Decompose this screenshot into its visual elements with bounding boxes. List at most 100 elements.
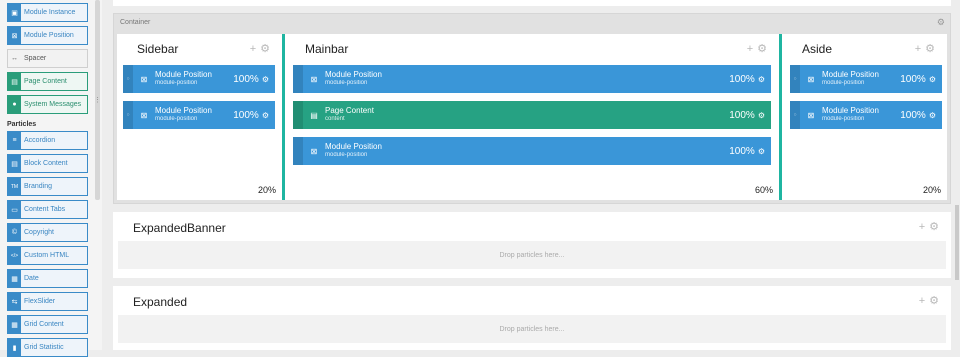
module-subtitle: module-position: [325, 80, 368, 86]
block-width-percent: 60%: [754, 185, 773, 195]
particle-copyright[interactable]: © Copyright: [7, 223, 88, 242]
sidebar-item-label: Module Position: [24, 32, 74, 39]
module-subtitle: module-position: [822, 80, 865, 86]
sidebar-item-page-content[interactable]: ▤ Page Content: [7, 72, 88, 91]
particle-branding[interactable]: TM Branding: [7, 177, 88, 196]
drag-handle-icon[interactable]: [293, 65, 303, 93]
particle-label: Accordion: [24, 137, 56, 144]
page-scrollbar[interactable]: [955, 205, 959, 280]
module-percent: 100%: [729, 73, 755, 85]
sidebar-item-label: Page Content: [24, 78, 67, 85]
drop-zone[interactable]: Drop particles here...: [118, 241, 946, 269]
drag-handle-icon[interactable]: ○: [790, 101, 800, 129]
slider-icon: ⇆: [8, 293, 21, 310]
particle-grid-content[interactable]: ▦ Grid Content: [7, 315, 88, 334]
module-subtitle: module-position: [155, 80, 198, 86]
module-position-item[interactable]: ○ ⊠ Module Position module-position 100% …: [123, 65, 275, 93]
particle-date[interactable]: ▦ Date: [7, 269, 88, 288]
particle-label: Content Tabs: [24, 206, 66, 213]
module-title: Module Position: [155, 70, 212, 79]
module-settings-icon[interactable]: ⚙: [758, 111, 765, 120]
module-position-icon: ⊠: [140, 110, 148, 120]
drag-handle-icon[interactable]: ○: [790, 65, 800, 93]
sidebar-item-module-position[interactable]: ⊠ Module Position: [7, 26, 88, 45]
add-icon[interactable]: +: [915, 43, 925, 55]
module-position-item[interactable]: ⊠ Module Position module-position 100% ⚙: [293, 65, 771, 93]
drag-handle-icon[interactable]: ○: [123, 101, 133, 129]
add-icon[interactable]: +: [919, 221, 929, 233]
previous-section-edge: [113, 0, 951, 6]
particle-flexslider[interactable]: ⇆ FlexSlider: [7, 292, 88, 311]
module-instance-icon: ▣: [8, 4, 21, 21]
module-position-item[interactable]: ○ ⊠ Module Position module-position 100% …: [790, 101, 942, 129]
drag-handle-icon[interactable]: ○: [123, 65, 133, 93]
sidebar-item-label: System Messages: [24, 101, 82, 108]
settings-icon[interactable]: ⚙: [260, 43, 274, 55]
module-title: Module Position: [822, 106, 879, 115]
sidebar-item-system-messages[interactable]: ● System Messages: [7, 95, 88, 114]
sidebar-item-label: Spacer: [24, 55, 47, 62]
section-expanded: Expanded +⚙ Drop particles here...: [113, 286, 951, 350]
module-position-icon: ⊠: [140, 74, 148, 84]
block-width-percent: 20%: [922, 185, 941, 195]
module-title: Module Position: [155, 106, 212, 115]
module-settings-icon[interactable]: ⚙: [262, 75, 269, 84]
module-percent: 100%: [729, 109, 755, 121]
particle-label: FlexSlider: [24, 298, 56, 305]
module-position-icon: ⊠: [310, 146, 318, 156]
add-icon[interactable]: +: [250, 43, 260, 55]
particle-label: Custom HTML: [24, 252, 70, 259]
container-title: Container: [120, 19, 151, 26]
settings-icon[interactable]: ⚙: [929, 295, 943, 307]
particle-grid-statistic[interactable]: ▮ Grid Statistic: [7, 338, 88, 357]
module-position-item[interactable]: ○ ⊠ Module Position module-position 100% …: [790, 65, 942, 93]
particle-label: Grid Content: [24, 321, 64, 328]
module-title: Module Position: [325, 142, 382, 151]
module-subtitle: module-position: [325, 152, 368, 158]
block-sidebar: Sidebar +⚙ ○ ⊠ Module Position module-pos…: [117, 34, 282, 200]
settings-icon[interactable]: ⚙: [929, 221, 943, 233]
particle-block-content[interactable]: ▤ Block Content: [7, 154, 88, 173]
page-content-icon: ▤: [310, 110, 318, 120]
drop-zone[interactable]: Drop particles here...: [118, 315, 946, 343]
container-settings-icon[interactable]: ⚙: [937, 17, 945, 28]
block-width-percent: 20%: [257, 185, 276, 195]
particle-content-tabs[interactable]: ▭ Content Tabs: [7, 200, 88, 219]
module-settings-icon[interactable]: ⚙: [929, 75, 936, 84]
section-expandedbanner: ExpandedBanner +⚙ Drop particles here...: [113, 212, 951, 278]
drag-handle-icon[interactable]: [293, 101, 303, 129]
grid-icon: ▦: [8, 316, 21, 333]
content-tabs-icon: ▭: [8, 201, 21, 218]
block-title: Aside: [802, 42, 833, 56]
spacer-icon: ↔: [11, 55, 18, 62]
module-settings-icon[interactable]: ⚙: [758, 75, 765, 84]
module-position-item[interactable]: ○ ⊠ Module Position module-position 100% …: [123, 101, 275, 129]
block-aside: Aside +⚙ ○ ⊠ Module Position module-posit…: [782, 34, 947, 200]
section-title: Expanded: [133, 295, 188, 309]
module-percent: 100%: [900, 109, 926, 121]
add-icon[interactable]: +: [919, 295, 929, 307]
particle-custom-html[interactable]: </> Custom HTML: [7, 246, 88, 265]
block-tools: +⚙: [747, 42, 771, 55]
page-content-item[interactable]: ▤ Page Content content 100% ⚙: [293, 101, 771, 129]
module-settings-icon[interactable]: ⚙: [758, 147, 765, 156]
settings-icon[interactable]: ⚙: [925, 43, 939, 55]
module-percent: 100%: [900, 73, 926, 85]
resize-grip-icon[interactable]: ⋮: [94, 96, 101, 104]
module-settings-icon[interactable]: ⚙: [929, 111, 936, 120]
settings-icon[interactable]: ⚙: [757, 43, 771, 55]
sidebar-item-module-instance[interactable]: ▣ Module Instance: [7, 3, 88, 22]
particle-label: Block Content: [24, 160, 68, 167]
block-tools: +⚙: [250, 42, 274, 55]
module-percent: 100%: [233, 109, 259, 121]
particle-accordion[interactable]: ≡ Accordion: [7, 131, 88, 150]
system-messages-icon: ●: [8, 96, 21, 113]
module-percent: 100%: [729, 145, 755, 157]
drag-handle-icon[interactable]: [293, 137, 303, 165]
calendar-icon: ▦: [8, 270, 21, 287]
module-settings-icon[interactable]: ⚙: [262, 111, 269, 120]
module-position-item[interactable]: ⊠ Module Position module-position 100% ⚙: [293, 137, 771, 165]
block-title: Sidebar: [137, 42, 179, 56]
add-icon[interactable]: +: [747, 43, 757, 55]
sidebar-item-spacer[interactable]: ↔ Spacer: [7, 49, 88, 68]
